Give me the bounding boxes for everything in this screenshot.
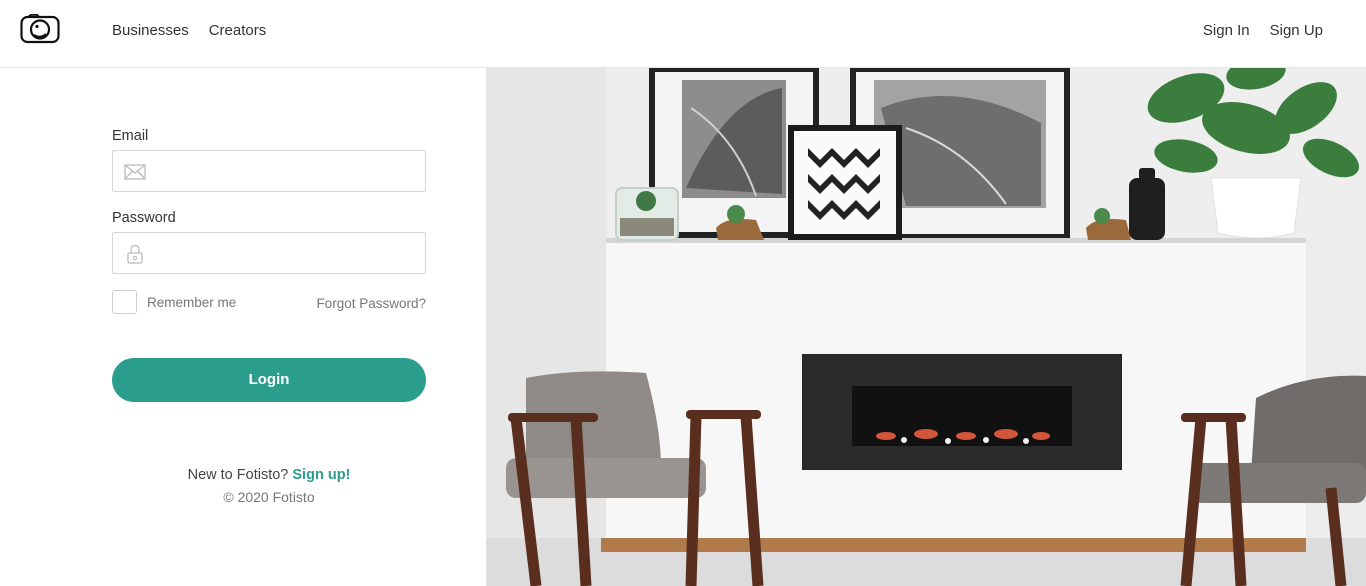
email-field-wrapper bbox=[112, 150, 426, 192]
remember-row: Remember me Forgot Password? bbox=[112, 290, 426, 316]
copyright-text: © 2020 Fotisto bbox=[223, 489, 315, 505]
new-to-text: New to Fotisto? bbox=[187, 467, 289, 483]
envelope-icon bbox=[124, 164, 146, 180]
remember-me-checkbox[interactable] bbox=[112, 290, 137, 314]
password-input[interactable] bbox=[155, 233, 417, 273]
login-form: Email Password Remember me Forgot Passwo… bbox=[112, 128, 426, 402]
remember-me-label[interactable]: Remember me bbox=[147, 295, 236, 310]
login-button[interactable]: Login bbox=[112, 358, 426, 402]
top-header: Businesses Creators Sign In Sign Up bbox=[0, 0, 1366, 68]
email-label: Email bbox=[112, 128, 149, 144]
email-input[interactable] bbox=[155, 151, 417, 191]
sign-up-link[interactable]: Sign Up bbox=[1270, 22, 1323, 39]
nav-businesses-link[interactable]: Businesses bbox=[112, 22, 189, 39]
nav-creators-link[interactable]: Creators bbox=[209, 22, 267, 39]
camera-logo-icon[interactable] bbox=[20, 14, 60, 44]
auth-nav: Sign In Sign Up bbox=[1203, 22, 1323, 39]
primary-nav: Businesses Creators bbox=[112, 22, 266, 39]
sign-in-link[interactable]: Sign In bbox=[1203, 22, 1250, 39]
password-field-wrapper bbox=[112, 232, 426, 274]
login-footer: New to Fotisto? Sign up! © 2020 Fotisto bbox=[112, 464, 426, 508]
lock-icon bbox=[127, 244, 143, 264]
interior-photo bbox=[486, 68, 1366, 586]
signup-prompt: New to Fotisto? Sign up! bbox=[112, 464, 426, 486]
signup-link[interactable]: Sign up! bbox=[292, 467, 350, 483]
password-label: Password bbox=[112, 210, 176, 226]
forgot-password-link[interactable]: Forgot Password? bbox=[316, 296, 426, 311]
